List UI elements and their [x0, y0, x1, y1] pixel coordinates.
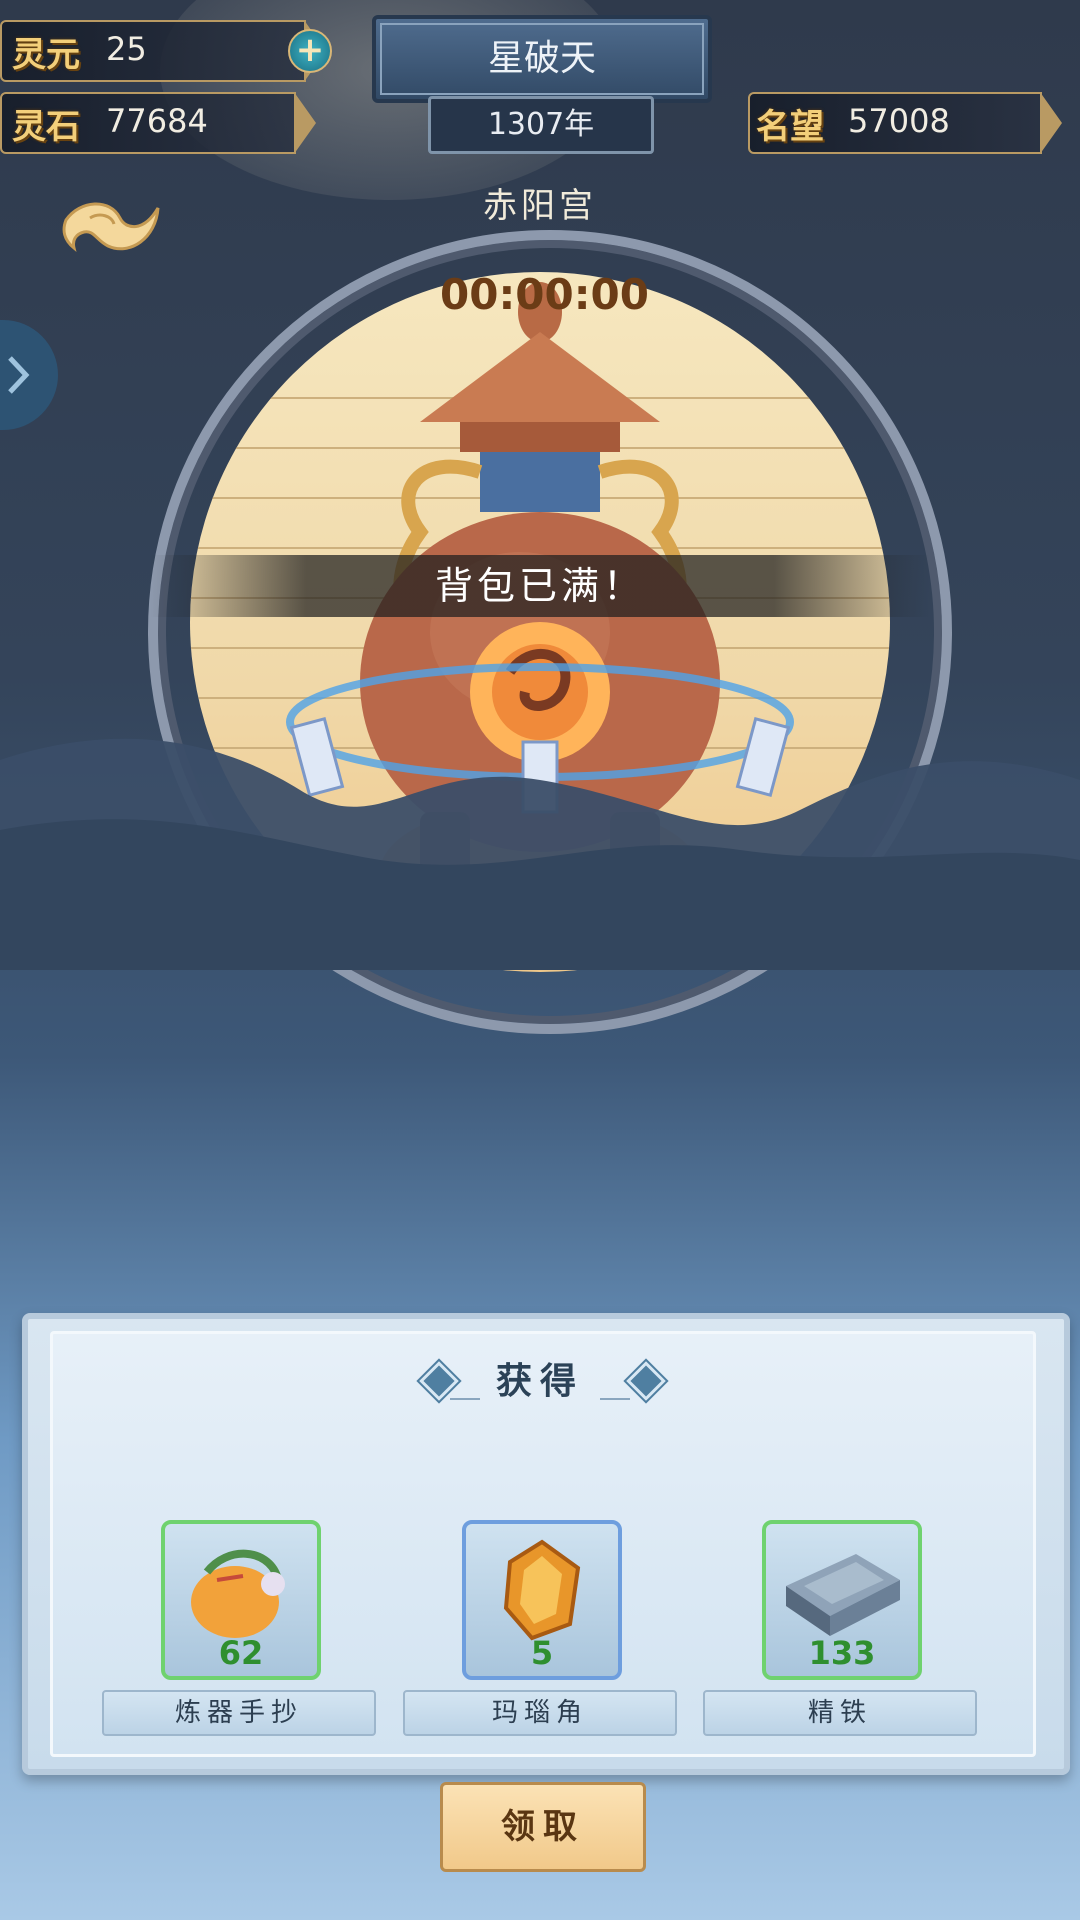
reward-item-slot[interactable]: 62: [161, 1520, 321, 1680]
realm-title-plaque: 星破天: [372, 15, 712, 103]
mingwang-label: 名望: [756, 107, 824, 147]
game-screen: { "header": { "lingyuan_label": "灵元", "l…: [0, 0, 1080, 1920]
reward-item-slot[interactable]: 5: [462, 1520, 622, 1680]
palace-name: 赤阳宫: [483, 186, 597, 226]
refined-iron-icon: [786, 1554, 900, 1636]
lingshi-label: 灵石: [12, 107, 80, 147]
realm-title: 星破天: [487, 38, 596, 79]
lingyuan-value: 25: [106, 30, 147, 68]
reward-item-count: 5: [530, 1634, 554, 1672]
reward-item-name: 玛瑙角: [403, 1690, 677, 1736]
toast-message: 背包已满！: [150, 555, 930, 617]
lingyuan-label: 灵元: [12, 35, 80, 75]
reward-panel-title: 获得: [495, 1361, 584, 1402]
refine-timer: 00:00:00: [440, 270, 649, 319]
reward-item-name: 精铁: [703, 1690, 977, 1736]
reward-item-count: 133: [808, 1634, 876, 1672]
agate-horn-icon: [503, 1539, 581, 1641]
side-expand-button[interactable]: [0, 320, 58, 430]
claim-button[interactable]: 领取: [440, 1782, 646, 1872]
year-display: 1307年: [428, 96, 654, 154]
lingshi-value: 77684: [106, 102, 208, 140]
reward-item-count: 62: [218, 1634, 264, 1672]
toast-text: 背包已满！: [434, 564, 645, 608]
mingwang-value: 57008: [848, 102, 950, 140]
pouch-icon: [191, 1549, 285, 1638]
cloud-hills-decoration: [0, 738, 1080, 970]
add-lingyuan-button[interactable]: +: [288, 29, 332, 73]
reward-item-slot[interactable]: 133: [762, 1520, 922, 1680]
reward-item-name: 炼器手抄: [102, 1690, 376, 1736]
back-arrow-icon[interactable]: [60, 190, 164, 260]
